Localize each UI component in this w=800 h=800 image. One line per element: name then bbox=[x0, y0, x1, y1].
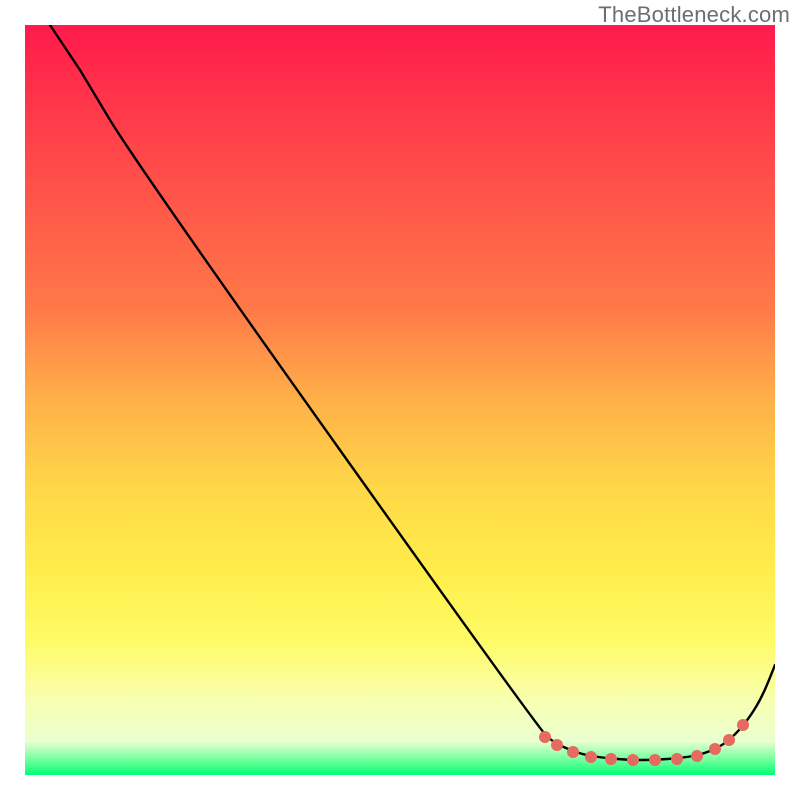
optimal-point-dot bbox=[649, 754, 661, 766]
optimal-point-dot bbox=[605, 753, 617, 765]
optimal-point-dot bbox=[671, 753, 683, 765]
chart-stage: TheBottleneck.com bbox=[0, 0, 800, 800]
optimal-point-dot bbox=[539, 731, 551, 743]
optimal-point-dot bbox=[551, 739, 563, 751]
plot-area bbox=[25, 25, 775, 775]
optimal-point-dot bbox=[709, 743, 721, 755]
optimal-point-dot bbox=[723, 734, 735, 746]
optimal-point-dot bbox=[691, 750, 703, 762]
optimal-point-dot bbox=[567, 746, 579, 758]
watermark-text: TheBottleneck.com bbox=[598, 2, 790, 28]
optimal-point-dot bbox=[737, 719, 749, 731]
curve-layer bbox=[25, 25, 775, 775]
optimal-point-dot bbox=[585, 751, 597, 763]
optimal-point-dot bbox=[627, 754, 639, 766]
bottleneck-curve bbox=[50, 25, 775, 760]
